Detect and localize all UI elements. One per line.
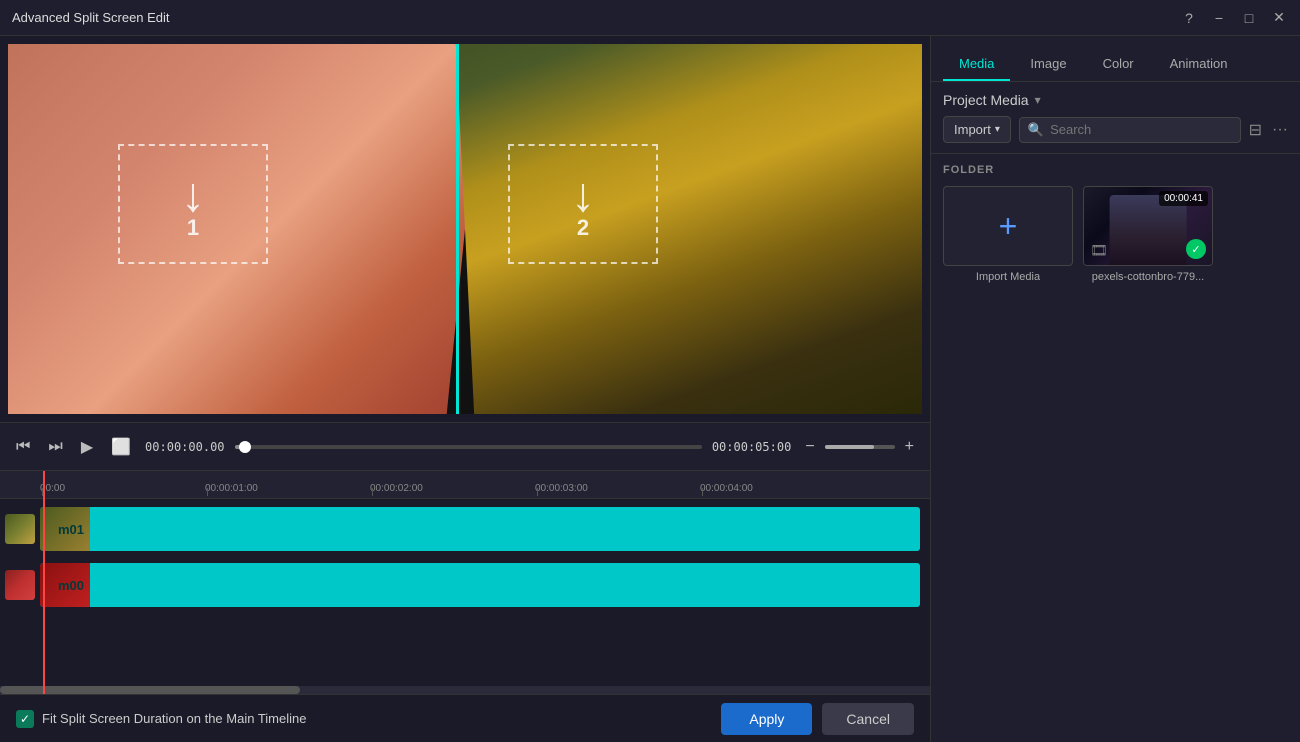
volume-slider[interactable] [825, 445, 895, 449]
track-icon-m01 [0, 514, 40, 544]
media-grid: + Import Media 00:00:41 🎞 ✓ pexels-cotto… [943, 186, 1288, 283]
tab-bar: Media Image Color Animation [931, 36, 1300, 82]
end-time: 00:00:05:00 [712, 440, 791, 454]
import-media-item[interactable]: + Import Media [943, 186, 1073, 283]
tab-image[interactable]: Image [1014, 48, 1082, 81]
volume-fill [825, 445, 874, 449]
track-label-m01: m01 [58, 522, 84, 537]
search-icon: 🔍 [1028, 122, 1044, 138]
video-media-item[interactable]: 00:00:41 🎞 ✓ pexels-cottonbro-779... [1083, 186, 1213, 283]
bottom-bar: ✓ Fit Split Screen Duration on the Main … [0, 694, 930, 742]
drop-arrow-2: ↓ 2 [571, 168, 595, 241]
app-title: Advanced Split Screen Edit [12, 10, 170, 25]
fit-checkbox-wrap: ✓ Fit Split Screen Duration on the Main … [16, 710, 306, 728]
right-panel: Media Image Color Animation Project Medi… [930, 36, 1300, 742]
volume-plus-icon[interactable]: + [901, 434, 918, 460]
close-button[interactable]: ✕ [1270, 9, 1288, 27]
preview-canvas: ↓ 1 ↓ 2 [8, 44, 922, 414]
play-button[interactable]: ▶ [77, 433, 97, 461]
track-list: m01 m00 [0, 499, 930, 611]
video-media-label: pexels-cottonbro-779... [1092, 271, 1205, 283]
timeline-scrollbar[interactable] [0, 686, 930, 694]
ruler-mark-2: 00:00:02:00 [372, 483, 537, 494]
ruler-marks: 00:00 00:00:01:00 00:00:02:00 00:00:03:0… [42, 483, 867, 494]
plus-icon: + [999, 208, 1018, 245]
filter-icon[interactable]: ⊟ [1249, 120, 1262, 140]
tab-media[interactable]: Media [943, 48, 1010, 81]
toolbar-icons: ⊟ ··· [1249, 120, 1288, 140]
ruler-mark-3: 00:00:03:00 [537, 483, 702, 494]
playback-controls: ⏮ ⏭ ▶ ⬜ 00:00:00.00 00:00:05:00 − + [0, 422, 930, 470]
track-thumbnail-m00 [5, 570, 35, 600]
current-time: 00:00:00.00 [145, 440, 224, 454]
tab-color[interactable]: Color [1087, 48, 1150, 81]
volume-minus-icon[interactable]: − [801, 434, 818, 460]
window-controls: ? − □ ✕ [1180, 9, 1288, 27]
fullscreen-button[interactable]: ⬜ [107, 433, 135, 461]
ruler-mark-0: 00:00 [42, 483, 207, 494]
left-panel: ↓ 1 ↓ 2 ⏮ ⏭ ▶ ⬜ 00:00:00.00 [0, 36, 930, 742]
drop-zone-1[interactable]: ↓ 1 [118, 144, 268, 264]
fit-checkbox[interactable]: ✓ [16, 710, 34, 728]
progress-bar[interactable] [235, 445, 702, 449]
import-chevron-icon: ▾ [995, 124, 1000, 135]
dropdown-label: Project Media [943, 92, 1029, 108]
playhead-line [43, 471, 45, 694]
preview-area: ↓ 1 ↓ 2 [8, 44, 922, 414]
import-media-thumb[interactable]: + [943, 186, 1073, 266]
search-box: 🔍 [1019, 117, 1241, 143]
split-divider [456, 44, 459, 414]
chevron-down-icon: ▾ [1035, 93, 1041, 107]
folder-label: FOLDER [943, 164, 1288, 176]
drop-arrow-1: ↓ 1 [181, 168, 205, 241]
maximize-button[interactable]: □ [1240, 9, 1258, 27]
frame-back-button[interactable]: ⏭ [44, 434, 66, 460]
project-media-dropdown[interactable]: Project Media ▾ [943, 92, 1041, 108]
minimize-button[interactable]: − [1210, 9, 1228, 27]
film-icon: 🎞 [1090, 242, 1108, 259]
timeline-scrollbar-thumb[interactable] [0, 686, 300, 694]
search-input[interactable] [1050, 122, 1232, 137]
cancel-button[interactable]: Cancel [822, 703, 914, 735]
dropdown-row: Project Media ▾ [943, 92, 1288, 108]
fit-label: Fit Split Screen Duration on the Main Ti… [42, 711, 306, 726]
skip-back-button[interactable]: ⏮ [12, 434, 34, 460]
media-toolbar: Project Media ▾ Import ▾ 🔍 ⊟ ··· [931, 82, 1300, 154]
search-row: Import ▾ 🔍 ⊟ ··· [943, 116, 1288, 143]
timeline-ruler: 00:00 00:00:01:00 00:00:02:00 00:00:03:0… [0, 471, 930, 499]
track-thumbnail-m01 [5, 514, 35, 544]
more-options-icon[interactable]: ··· [1272, 121, 1288, 139]
ruler-mark-4: 00:00:04:00 [702, 483, 867, 494]
folder-section: FOLDER + Import Media 00:00:41 [931, 154, 1300, 742]
track-label-m00: m00 [58, 578, 84, 593]
video-selected-icon: ✓ [1186, 239, 1206, 259]
help-button[interactable]: ? [1180, 9, 1198, 27]
track-icon-m00 [0, 570, 40, 600]
checkmark-icon: ✓ [20, 712, 30, 726]
bottom-actions: Apply Cancel [721, 703, 914, 735]
main-layout: ↓ 1 ↓ 2 ⏮ ⏭ ▶ ⬜ 00:00:00.00 [0, 36, 1300, 742]
track-body-m00[interactable]: m00 [40, 563, 920, 607]
drop-zone-2[interactable]: ↓ 2 [508, 144, 658, 264]
track-row: m00 [0, 559, 930, 611]
tab-animation[interactable]: Animation [1154, 48, 1244, 81]
timeline-area: 00:00 00:00:01:00 00:00:02:00 00:00:03:0… [0, 470, 930, 694]
volume-wrap: − + [801, 434, 918, 460]
track-row: m01 [0, 503, 930, 555]
import-button[interactable]: Import ▾ [943, 116, 1011, 143]
video-duration-badge: 00:00:41 [1159, 191, 1208, 206]
ruler-mark-1: 00:00:01:00 [207, 483, 372, 494]
import-label: Import [954, 122, 991, 137]
apply-button[interactable]: Apply [721, 703, 812, 735]
track-body-m01[interactable]: m01 [40, 507, 920, 551]
titlebar: Advanced Split Screen Edit ? − □ ✕ [0, 0, 1300, 36]
progress-handle[interactable] [239, 441, 251, 453]
import-media-label: Import Media [976, 271, 1040, 283]
video-media-thumb[interactable]: 00:00:41 🎞 ✓ [1083, 186, 1213, 266]
